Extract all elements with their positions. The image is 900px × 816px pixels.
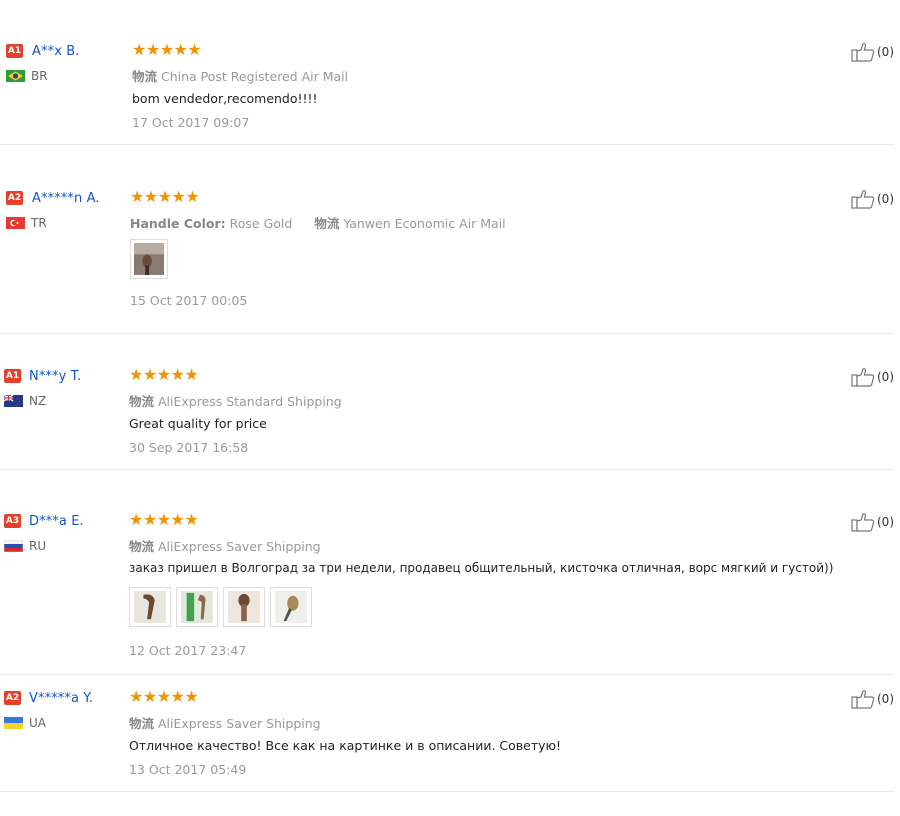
review-photo-thumbnail[interactable] [223, 587, 265, 627]
thumbs-up-icon [851, 43, 875, 62]
review-content: ★★★★★ Handle Color: Rose Gold 物流 Yanwen … [130, 189, 506, 309]
review-item: A2 V*****a Y. UA ★★★★★ 物流 AliExpress Sav… [0, 689, 894, 792]
review-date: 17 Oct 2017 09:07 [132, 115, 250, 130]
star-rating: ★★★★★ [132, 40, 202, 59]
helpful-button[interactable]: (0) [851, 42, 894, 62]
reviewer-name[interactable]: A**x B. [32, 44, 79, 59]
reviewer-info: A2 V*****a Y. UA [4, 689, 93, 731]
review-photo-thumbnail[interactable] [270, 587, 312, 627]
helpful-button[interactable]: (0) [851, 367, 894, 387]
review-photo-thumbnail[interactable] [130, 239, 168, 279]
meta-value: Yanwen Economic Air Mail [343, 216, 506, 231]
star-rating: ★★★★★ [129, 365, 199, 384]
buyer-level-badge: A3 [4, 514, 21, 528]
review-text: заказ пришел в Волгоград за три недели, … [129, 561, 834, 575]
helpful-count: (0) [877, 192, 894, 206]
flag-nz-icon [4, 395, 23, 407]
review-date: 13 Oct 2017 05:49 [129, 762, 247, 777]
reviewer-name[interactable]: N***y T. [29, 369, 81, 384]
meta-key: 物流 [129, 716, 155, 731]
meta-key: 物流 [129, 394, 155, 409]
helpful-count: (0) [877, 692, 894, 706]
meta-key: 物流 [132, 69, 158, 84]
review-photos [130, 239, 506, 281]
buyer-level-badge: A2 [6, 191, 23, 205]
helpful-button[interactable]: (0) [851, 512, 894, 532]
review-content: ★★★★★ 物流 AliExpress Saver Shipping заказ… [129, 512, 833, 659]
country-code: NZ [29, 394, 47, 408]
helpful-button[interactable]: (0) [851, 689, 894, 709]
review-date: 12 Oct 2017 23:47 [129, 643, 247, 658]
review-photo-thumbnail[interactable] [129, 587, 171, 627]
review-photo-thumbnail[interactable] [176, 587, 218, 627]
reviewer-info: A2 A*****n A. TR [6, 189, 100, 231]
flag-tr-icon [6, 217, 25, 229]
buyer-level-badge: A2 [4, 691, 21, 705]
review-item: A1 A**x B. BR ★★★★★ 物流 China Post Regist… [0, 42, 894, 145]
country-code: UA [29, 716, 46, 730]
thumbs-up-icon [851, 513, 875, 532]
star-rating: ★★★★★ [130, 187, 200, 206]
review-content: ★★★★★ 物流 AliExpress Standard Shipping Gr… [129, 367, 342, 456]
meta-key: Handle Color: [130, 216, 226, 231]
review-content: ★★★★★ 物流 AliExpress Saver Shipping Отлич… [129, 689, 561, 778]
thumbs-up-icon [851, 190, 875, 209]
reviewer-name[interactable]: V*****a Y. [29, 691, 93, 706]
meta-value: AliExpress Standard Shipping [158, 394, 342, 409]
reviewer-name[interactable]: D***a E. [29, 514, 84, 529]
reviewer-info: A3 D***a E. RU [4, 512, 84, 554]
review-meta: 物流 AliExpress Standard Shipping [129, 391, 342, 409]
review-item: A2 A*****n A. TR ★★★★★ Handle Color: Ros… [0, 189, 894, 334]
flag-ru-icon [4, 540, 23, 552]
buyer-level-badge: A1 [6, 44, 23, 58]
country-code: TR [31, 216, 47, 230]
star-rating: ★★★★★ [129, 510, 199, 529]
helpful-count: (0) [877, 45, 894, 59]
meta-value: AliExpress Saver Shipping [158, 716, 321, 731]
review-meta: Handle Color: Rose Gold 物流 Yanwen Econom… [130, 213, 506, 231]
meta-value: China Post Registered Air Mail [161, 69, 349, 84]
review-meta: 物流 AliExpress Saver Shipping [129, 536, 833, 554]
country-code: RU [29, 539, 47, 553]
review-date: 30 Sep 2017 16:58 [129, 440, 249, 455]
review-date: 15 Oct 2017 00:05 [130, 293, 248, 308]
review-text: Great quality for price [129, 416, 267, 431]
review-photos [129, 587, 833, 629]
thumbs-up-icon [851, 368, 875, 387]
reviewer-info: A1 N***y T. NZ [4, 367, 81, 409]
review-meta: 物流 AliExpress Saver Shipping [129, 713, 561, 731]
helpful-button[interactable]: (0) [851, 189, 894, 209]
meta-key: 物流 [129, 539, 155, 554]
meta-value: AliExpress Saver Shipping [158, 539, 321, 554]
meta-key: 物流 [314, 216, 340, 231]
review-text: Отличное качество! Все как на картинке и… [129, 738, 562, 753]
review-content: ★★★★★ 物流 China Post Registered Air Mail … [132, 42, 348, 131]
meta-value: Rose Gold [229, 216, 293, 231]
star-rating: ★★★★★ [129, 687, 199, 706]
review-meta: 物流 China Post Registered Air Mail [132, 66, 349, 84]
country-code: BR [31, 69, 48, 83]
reviewer-name[interactable]: A*****n A. [32, 191, 100, 206]
thumbs-up-icon [851, 690, 875, 709]
flag-ua-icon [4, 717, 23, 729]
review-item: A1 N***y T. NZ ★★★★★ 物流 AliExpress Stand… [0, 367, 894, 470]
helpful-count: (0) [877, 515, 894, 529]
review-item: A3 D***a E. RU ★★★★★ 物流 AliExpress Saver… [0, 512, 894, 675]
flag-br-icon [6, 70, 25, 82]
review-text: bom vendedor,recomendo!!!! [132, 91, 318, 106]
buyer-level-badge: A1 [4, 369, 21, 383]
reviewer-info: A1 A**x B. BR [6, 42, 79, 84]
helpful-count: (0) [877, 370, 894, 384]
